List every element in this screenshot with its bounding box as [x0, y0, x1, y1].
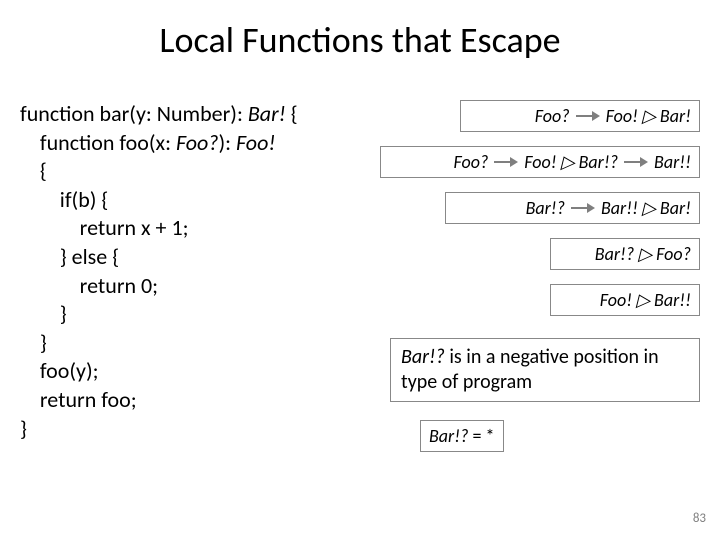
arrow-icon: [576, 111, 600, 121]
equation-box: Bar!? = *: [420, 420, 504, 452]
code-line: }: [20, 329, 47, 356]
code-block: function bar(y: Number): Bar! { function…: [20, 100, 380, 443]
code-line: function foo(x:: [20, 129, 176, 156]
equation-container: Bar!? = *: [420, 420, 700, 452]
code-type: Foo?: [176, 129, 219, 156]
type-rule: Foo? Foo! ▷ Bar!: [460, 100, 700, 132]
code-line: foo(y);: [20, 357, 99, 384]
code-line: }: [20, 300, 67, 327]
type-rule: Foo? Foo! ▷ Bar!? Bar!!: [380, 146, 700, 178]
code-line: } else {: [20, 243, 119, 270]
eq-lhs: Bar!?: [429, 425, 468, 447]
code-line: return 0;: [20, 272, 158, 299]
rule-single: Foo! ▷ Bar!!: [600, 289, 691, 311]
code-type: Bar!: [248, 100, 286, 127]
arrow-icon: [571, 203, 595, 213]
rule-rhs: Bar!!: [654, 151, 691, 173]
slide-title: Local Functions that Escape: [0, 18, 720, 62]
rule-lhs: Foo?: [535, 105, 570, 127]
code-type: Foo!: [236, 129, 276, 156]
arrow-icon: [494, 157, 518, 167]
slide: Local Functions that Escape function bar…: [0, 0, 720, 540]
type-rule: Bar!? Bar!! ▷ Bar!: [445, 192, 700, 224]
code-line: }: [20, 415, 27, 442]
code-line: if(b) {: [20, 186, 108, 213]
code-line: {: [20, 157, 47, 184]
code-line: {: [286, 100, 298, 127]
right-column: Foo? Foo! ▷ Bar! Foo? Foo! ▷ Bar!? Bar!!…: [400, 100, 700, 452]
rule-single: Bar!? ▷ Foo?: [595, 243, 691, 265]
rule-rhs: Foo! ▷ Bar!: [606, 105, 691, 127]
code-line: function bar(y: Number):: [20, 100, 248, 127]
code-line: ):: [219, 129, 237, 156]
type-rule: Bar!? ▷ Foo?: [550, 238, 700, 270]
rule-lhs: Bar!?: [526, 197, 565, 219]
page-number: 83: [693, 511, 706, 526]
note-box: Bar!? is in a negative position in type …: [390, 338, 700, 402]
eq-rhs: = *: [468, 425, 494, 447]
code-line: return x + 1;: [20, 214, 189, 241]
note-term: Bar!?: [401, 345, 445, 369]
rule-lhs: Foo?: [453, 151, 488, 173]
rule-rhs: Bar!! ▷ Bar!: [601, 197, 691, 219]
type-rule: Foo! ▷ Bar!!: [550, 284, 700, 316]
arrow-icon: [624, 157, 648, 167]
rule-mid: Foo! ▷ Bar!?: [524, 151, 618, 173]
code-line: return foo;: [20, 386, 137, 413]
